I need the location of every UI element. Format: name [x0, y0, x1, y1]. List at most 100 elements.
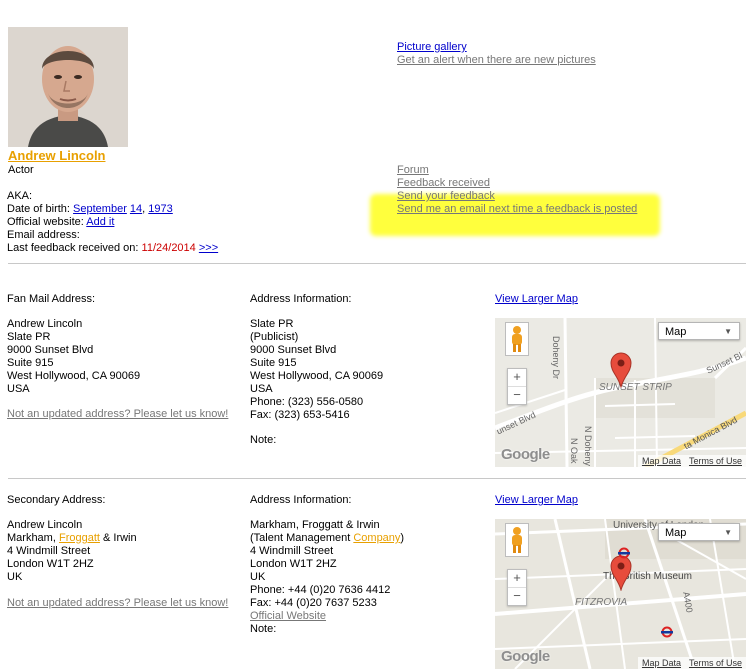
map-street-label: N Doheny [583, 426, 593, 467]
address-line: (Talent Management Company) [250, 532, 404, 545]
dob-row: Date of birth: September 14, 1973 [7, 203, 218, 216]
fan-mail-address: Andrew Lincoln Slate PR 9000 Sunset Blvd… [7, 318, 140, 396]
send-feedback-link[interactable]: Send your feedback [397, 190, 495, 202]
map-data-link[interactable]: Map Data [642, 456, 681, 466]
address-line: 4 Windmill Street [250, 545, 334, 557]
address-line: Andrew Lincoln [7, 318, 83, 330]
address-text: & Irwin [99, 532, 137, 544]
address-text: Markham, [7, 532, 59, 544]
address-line: Suite 915 [250, 357, 297, 369]
map-street-label: N Oak [569, 438, 579, 464]
address-line: (Publicist) [250, 331, 299, 343]
address-line: Markham, Froggatt & Irwin [250, 519, 380, 531]
email-label: Email address: [7, 229, 80, 241]
terms-of-use-link[interactable]: Terms of Use [689, 456, 742, 466]
actor-name-link[interactable]: Andrew Lincoln [8, 148, 106, 164]
note-label: Note: [250, 434, 277, 446]
address-info-title: Address Information: [250, 293, 352, 305]
address-text: (Talent Management [250, 532, 354, 544]
actor-role: Actor [8, 164, 34, 176]
picture-alert-link[interactable]: Get an alert when there are new pictures [397, 54, 596, 66]
underground-icon [661, 626, 673, 638]
dob-day-link[interactable]: 14 [130, 203, 142, 215]
view-larger-map-link[interactable]: View Larger Map [495, 293, 578, 306]
add-website-link[interactable]: Add it [86, 216, 114, 228]
feedback-received-link[interactable]: Feedback received [397, 177, 490, 189]
feedback-alert-link[interactable]: Send me an email next time a feedback is… [397, 203, 637, 215]
froggatt-link[interactable]: Froggatt [59, 532, 100, 544]
dob-year-link[interactable]: 1973 [148, 203, 172, 215]
forum-link[interactable]: Forum [397, 164, 429, 176]
fan-mail-title: Fan Mail Address: [7, 293, 96, 305]
address-line: Slate PR [7, 331, 51, 343]
address-line: West Hollywood, CA 90069 [250, 370, 384, 382]
address-line: West Hollywood, CA 90069 [7, 370, 141, 382]
address-text: ) [400, 532, 405, 544]
pegman-icon[interactable] [505, 322, 529, 356]
company-link[interactable]: Company [353, 532, 400, 544]
last-feedback-more-link[interactable]: >>> [199, 242, 218, 254]
map-type-label: Map [665, 527, 687, 539]
aka-label: AKA: [7, 190, 33, 202]
official-website-link[interactable]: Official Website [250, 610, 326, 622]
map-type-select[interactable]: Map ▼ [658, 322, 740, 340]
address-line: 9000 Sunset Blvd [7, 344, 94, 356]
terms-of-use-link[interactable]: Terms of Use [689, 658, 742, 668]
address-info-block: Slate PR (Publicist) 9000 Sunset Blvd Su… [250, 318, 383, 422]
update-address-link[interactable]: Not an updated address? Please let us kn… [7, 408, 228, 421]
map-type-select[interactable]: Map ▼ [658, 523, 740, 541]
dob-label: Date of birth: [7, 203, 70, 215]
address-info-block: Markham, Froggatt & Irwin (Talent Manage… [250, 519, 404, 636]
zoom-out-button[interactable]: − [508, 588, 526, 605]
zoom-in-button[interactable]: + [508, 570, 526, 588]
map-area-label: FITZROVIA [575, 597, 628, 608]
dob-separator: , [142, 203, 146, 215]
address-line: 4 Windmill Street [7, 545, 91, 557]
website-row: Official website: Add it [7, 216, 218, 229]
note-label: Note: [250, 623, 277, 635]
dob-month-link[interactable]: September [73, 203, 127, 215]
website-label: Official website: [7, 216, 84, 228]
pegman-icon[interactable] [505, 523, 529, 557]
map-attribution: Map Data Terms of Use [637, 657, 746, 669]
google-logo: Google [501, 446, 550, 463]
view-larger-map-link[interactable]: View Larger Map [495, 494, 578, 507]
address-line: London W1T 2HZ [7, 558, 94, 570]
last-feedback-date: 11/24/2014 [141, 242, 196, 254]
fax-line: Fax: (323) 653-5416 [250, 409, 350, 421]
address-line: London W1T 2HZ [250, 558, 337, 570]
phone-line: Phone: (323) 556-0580 [250, 396, 364, 408]
map-street-label: Doheny Dr [551, 336, 561, 380]
map-attribution: Map Data Terms of Use [637, 455, 746, 467]
address-line: USA [250, 383, 273, 395]
fax-line: Fax: +44 (0)20 7637 5233 [250, 597, 377, 609]
phone-line: Phone: +44 (0)20 7636 4412 [250, 584, 391, 596]
marker-icon[interactable] [610, 352, 632, 388]
map-west-hollywood[interactable]: Doheny Dr SUNSET STRIP Sunset Bl unset B… [495, 318, 746, 467]
actor-photo[interactable] [8, 27, 128, 147]
map-london[interactable]: University of London The British Museum … [495, 519, 746, 669]
zoom-in-button[interactable]: + [508, 369, 526, 387]
address-line: 9000 Sunset Blvd [250, 344, 337, 356]
address-line: USA [7, 383, 30, 395]
secondary-address: Andrew Lincoln Markham, Froggatt & Irwin… [7, 519, 137, 584]
google-logo: Google [501, 648, 550, 665]
chevron-down-icon: ▼ [724, 327, 732, 336]
address-info-title: Address Information: [250, 494, 352, 506]
section-divider [8, 263, 746, 264]
map-data-link[interactable]: Map Data [642, 658, 681, 668]
address-line: Slate PR [250, 318, 294, 330]
address-line: Markham, Froggatt & Irwin [7, 532, 137, 545]
address-line: UK [7, 571, 23, 583]
section-divider [8, 478, 746, 479]
picture-gallery-link[interactable]: Picture gallery [397, 41, 467, 53]
address-line: UK [250, 571, 266, 583]
marker-icon[interactable] [610, 555, 632, 591]
map-type-label: Map [665, 326, 687, 338]
last-feedback-row: Last feedback received on: 11/24/2014 >>… [7, 242, 218, 255]
chevron-down-icon: ▼ [724, 528, 732, 537]
update-address-link[interactable]: Not an updated address? Please let us kn… [7, 597, 228, 610]
address-line: Andrew Lincoln [7, 519, 83, 531]
zoom-out-button[interactable]: − [508, 387, 526, 404]
underground-icon [618, 547, 630, 559]
